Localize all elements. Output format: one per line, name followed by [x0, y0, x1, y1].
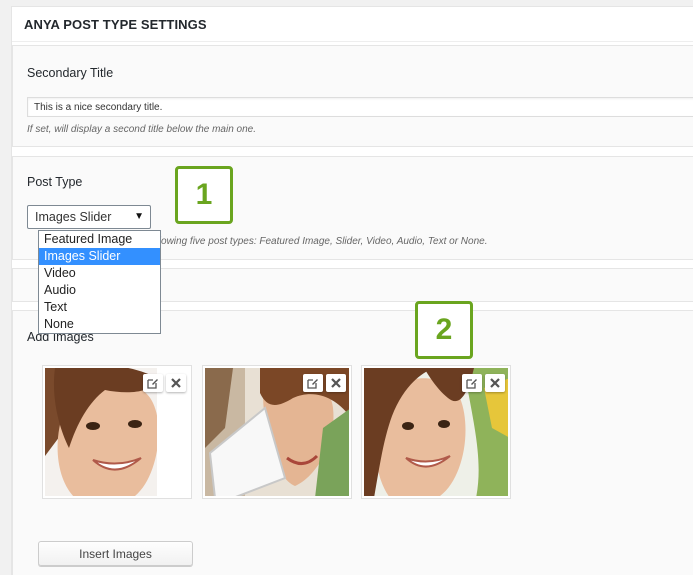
- edit-icon[interactable]: [143, 374, 163, 392]
- option-text[interactable]: Text: [39, 299, 160, 316]
- post-type-selected-value: Images Slider: [35, 210, 112, 224]
- divider: [12, 41, 693, 42]
- woman-with-tablet-photo: [205, 368, 349, 496]
- metabox-title: ANYA POST TYPE SETTINGS: [24, 17, 207, 32]
- secondary-title-panel: Secondary Title If set, will display a s…: [12, 45, 693, 147]
- post-type-dropdown-list: Featured Image Images Slider Video Audio…: [38, 230, 161, 334]
- woman-portrait-photo: [364, 368, 508, 496]
- edit-icon[interactable]: [462, 374, 482, 392]
- chevron-down-icon: ▼: [134, 211, 144, 222]
- close-icon[interactable]: [326, 374, 346, 392]
- close-icon[interactable]: [485, 374, 505, 392]
- option-none[interactable]: None: [39, 316, 160, 333]
- option-featured-image[interactable]: Featured Image: [39, 231, 160, 248]
- secondary-title-hint: If set, will display a second title belo…: [27, 124, 257, 135]
- edit-icon[interactable]: [303, 374, 323, 392]
- secondary-title-input[interactable]: [27, 97, 693, 117]
- annotation-badge-1: 1: [175, 166, 233, 224]
- close-icon[interactable]: [166, 374, 186, 392]
- post-type-hint: ollowing five post types: Featured Image…: [151, 236, 488, 247]
- image-thumbnail[interactable]: [361, 365, 511, 499]
- insert-images-button[interactable]: Insert Images: [38, 541, 193, 566]
- woman-smiling-photo: [45, 368, 189, 496]
- post-type-select[interactable]: Images Slider ▼: [27, 205, 151, 229]
- post-type-label: Post Type: [27, 175, 83, 189]
- option-audio[interactable]: Audio: [39, 282, 160, 299]
- image-thumbnail[interactable]: [42, 365, 192, 499]
- image-thumbnail[interactable]: [202, 365, 352, 499]
- annotation-badge-2: 2: [415, 301, 473, 359]
- secondary-title-label: Secondary Title: [27, 66, 114, 80]
- option-images-slider[interactable]: Images Slider: [39, 248, 160, 265]
- option-video[interactable]: Video: [39, 265, 160, 282]
